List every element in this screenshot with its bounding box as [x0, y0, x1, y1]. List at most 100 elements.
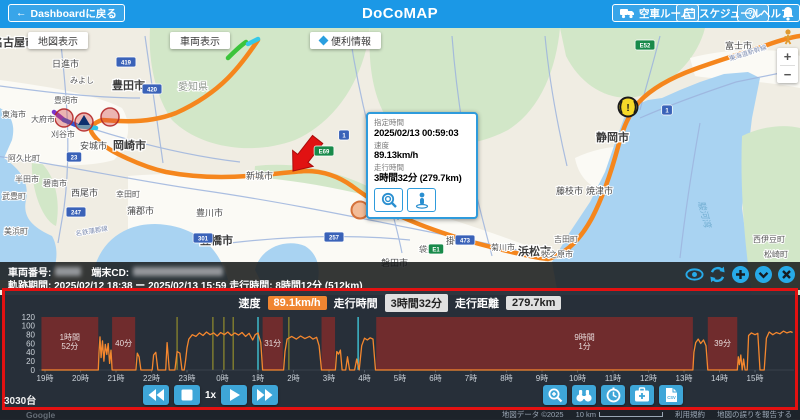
duration-label: 走行時間: [334, 295, 378, 311]
popup-speed-value: 89.13km/h: [374, 150, 470, 162]
terms-link[interactable]: 利用規約: [675, 409, 705, 420]
stop-duration-label: 40分: [115, 339, 132, 348]
road-shield-label: 257: [329, 235, 340, 241]
map-place-label: 蒲郡市: [127, 205, 154, 216]
popup-time-value: 2025/02/13 00:59:03: [374, 128, 470, 140]
chart-header: 速度 89.1km/h 走行時間 3時間32分 走行距離 279.7km: [5, 294, 795, 312]
x-axis-tick: 10時: [569, 374, 586, 383]
x-axis-tick: 23時: [179, 374, 196, 383]
map-place-label: 豊田市: [112, 78, 145, 92]
map-scale: 10 km: [576, 410, 663, 419]
first-aid-case-icon: [633, 387, 651, 403]
zoom-plus-icon: [547, 387, 564, 403]
map-place-label: 吉田町: [554, 235, 578, 244]
speed-timeline-chart[interactable]: 1時間52分40分31分9時間1分39分02040608010012019時20…: [5, 313, 795, 387]
x-axis-tick: 13時: [676, 374, 693, 383]
visibility-toggle-button[interactable]: [685, 265, 704, 284]
point-info-popup: 指定時間 2025/02/13 00:59:03 速度 89.13km/h 走行…: [366, 112, 478, 219]
rewind-button[interactable]: [143, 385, 169, 405]
speed-value-badge: 89.1km/h: [268, 296, 327, 310]
road-shield-label: E52: [640, 43, 651, 49]
magnifier-icon: [380, 191, 398, 209]
vehicle-count: 3030台: [4, 392, 36, 407]
fast-forward-icon: [256, 388, 274, 402]
close-panel-button[interactable]: [777, 265, 796, 284]
truck-icon: [620, 8, 635, 19]
map-display-label: 地図表示: [38, 33, 78, 48]
search-points-button[interactable]: [572, 385, 596, 405]
map-place-label: 愛知県: [178, 80, 208, 93]
refresh-button[interactable]: [708, 265, 727, 284]
zoom-out-button[interactable]: −: [777, 66, 798, 83]
scale-bar: [599, 412, 663, 417]
map-place-label: 日進市: [52, 58, 79, 69]
y-axis-tick: 80: [26, 330, 35, 339]
chart-tools: CSV: [543, 385, 683, 405]
play-button[interactable]: [221, 385, 247, 405]
fast-forward-button[interactable]: [252, 385, 278, 405]
y-axis-tick: 40: [26, 348, 35, 357]
stop-duration-label: 1時間52分: [60, 333, 80, 351]
map-place-label: 幸田町: [116, 190, 140, 199]
map-place-label: みよし: [70, 76, 94, 85]
distance-value-badge: 279.7km: [506, 296, 561, 310]
refresh-icon: [708, 265, 727, 284]
map-display-button[interactable]: 地図表示: [28, 32, 88, 49]
speed-label: 速度: [239, 295, 261, 311]
map-place-label: 半田市: [15, 174, 39, 184]
map-place-label: 阿久比町: [8, 153, 40, 163]
x-axis-tick: 2時: [287, 374, 299, 383]
useful-info-label: 便利情報: [331, 33, 371, 48]
stop-period-rect: [322, 317, 335, 370]
map-place-label: 碧南市: [43, 178, 67, 188]
map-place-label: 藤枝市: [556, 185, 583, 196]
road-shield-label: 247: [71, 210, 82, 216]
stop-duration-label: 39分: [714, 339, 731, 348]
traffic-warning-icon[interactable]: !: [619, 98, 638, 117]
add-button[interactable]: [731, 265, 750, 284]
back-arrow-icon: ←: [16, 7, 27, 19]
collapse-button[interactable]: [754, 265, 773, 284]
popup-duration-label: 走行時間: [374, 163, 470, 173]
app-header: ← Dashboardに戻る DoCoMAP 空車ルーム スケジュール ? ヘル…: [0, 0, 800, 28]
binoculars-icon: [575, 387, 593, 403]
time-search-button[interactable]: [601, 385, 625, 405]
popup-speed-label: 速度: [374, 141, 470, 151]
zoom-in-button[interactable]: +: [777, 48, 798, 65]
map-place-label: 東海市: [2, 109, 26, 119]
x-axis-tick: 7時: [465, 374, 477, 383]
y-axis-tick: 60: [26, 339, 35, 348]
popup-streetview-button[interactable]: [407, 188, 436, 212]
playback-controls: 1x: [143, 385, 278, 405]
back-to-dashboard-button[interactable]: ← Dashboardに戻る: [8, 4, 125, 22]
map-place-label: 美浜町: [4, 226, 28, 236]
notification-bell-icon[interactable]: [781, 6, 795, 26]
x-axis-tick: 5時: [394, 374, 406, 383]
csv-export-button[interactable]: CSV: [659, 385, 683, 405]
close-circle-icon: [777, 265, 796, 284]
distance-label: 走行距離: [455, 295, 499, 311]
stop-button[interactable]: [174, 385, 200, 405]
csv-file-icon: CSV: [664, 387, 679, 403]
popup-duration-value: 3時間32分 (279.7km): [374, 173, 470, 185]
y-axis-tick: 120: [22, 313, 36, 322]
report-error-link[interactable]: 地図の誤りを報告する: [717, 409, 792, 420]
useful-info-button[interactable]: 便利情報: [310, 32, 381, 49]
road-shield-label: 419: [121, 60, 132, 66]
svg-text:CSV: CSV: [667, 395, 676, 400]
map-place-label: 菊川市: [491, 242, 515, 252]
stop-period-rect: [376, 317, 693, 370]
map-place-label: 岡崎市: [113, 138, 146, 152]
y-axis-tick: 20: [26, 357, 35, 366]
add-to-case-button[interactable]: [630, 385, 654, 405]
pegman-street-icon: [413, 191, 431, 209]
map-place-label: 刈谷市: [51, 129, 75, 139]
chart-zoom-button[interactable]: [543, 385, 567, 405]
calendar-icon: [684, 8, 695, 19]
vehicle-display-button[interactable]: 車両表示: [170, 32, 230, 49]
trajectory-chart-panel: 速度 89.1km/h 走行時間 3時間32分 走行距離 279.7km 1時間…: [2, 288, 798, 410]
popup-zoom-button[interactable]: [374, 188, 403, 212]
map-place-label: 静岡市: [596, 130, 629, 144]
road-shield-label: 473: [460, 238, 471, 244]
map-place-label: 西伊豆町: [753, 234, 785, 244]
